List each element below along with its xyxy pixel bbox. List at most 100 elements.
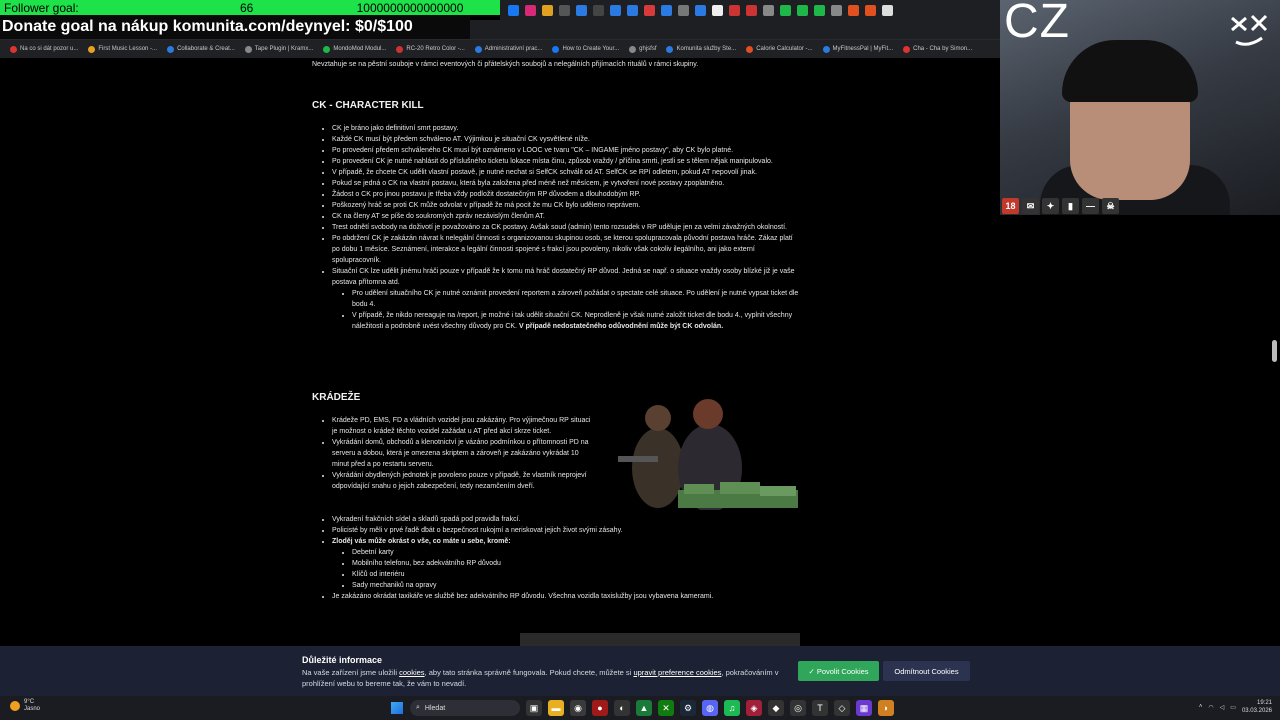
list-item: Krádeže PD, EMS, FD a vládních vozidel j…	[332, 415, 592, 437]
tab-icon[interactable]	[610, 4, 621, 16]
tab-icon[interactable]	[848, 4, 859, 16]
cookies-link[interactable]: cookies	[399, 668, 424, 677]
tab-icon[interactable]	[797, 4, 808, 16]
bookmark-item[interactable]: Na co si dát pozor u...	[6, 45, 82, 53]
facebook-tab-icon[interactable]	[508, 4, 519, 16]
app-icon[interactable]: T	[812, 700, 828, 716]
battery-icon[interactable]: ▭	[1230, 704, 1236, 711]
bookmark-item[interactable]: First Music Lesson -...	[84, 45, 161, 53]
bookmark-item[interactable]: ghjsfsf	[625, 45, 660, 53]
weather-temp: 9°C	[24, 699, 35, 705]
tab-icon[interactable]	[865, 4, 876, 16]
list-item: Je zakázáno okrádat taxikáře ve službě b…	[332, 591, 800, 602]
list-item: Po obdržení CK je zakázán návrat k neleg…	[332, 233, 800, 266]
tab-icon[interactable]	[644, 4, 655, 16]
bookmark-item[interactable]: Administrativní prac...	[471, 45, 547, 53]
steam-icon[interactable]: ⚙	[680, 700, 696, 716]
instagram-tab-icon[interactable]	[525, 4, 536, 16]
app-icon[interactable]: ●	[592, 700, 608, 716]
bookmark-item[interactable]: Komunita služby Ste...	[662, 45, 740, 53]
cookie-banner: Důležité informace Na vaše zařízení jsme…	[0, 646, 1280, 696]
bookmark-item[interactable]: Collaborate & Creat...	[163, 45, 239, 53]
tab-icon[interactable]	[593, 4, 604, 16]
bookmark-item[interactable]: Cha - Cha by Simon...	[899, 45, 976, 53]
bookmark-label: First Music Lesson -...	[98, 46, 158, 52]
app-icon[interactable]: ▦	[856, 700, 872, 716]
system-tray: ˄ ◠ ◁ ▭ 19:21 03.03.2026	[1199, 699, 1272, 715]
tab-icon[interactable]	[576, 4, 587, 16]
follower-count: 66	[240, 0, 254, 15]
windows-start-icon[interactable]	[391, 702, 403, 714]
obs-icon[interactable]: ◎	[790, 700, 806, 716]
bookmark-label: Collaborate & Creat...	[177, 46, 235, 52]
app-icon[interactable]: ◆	[768, 700, 784, 716]
tab-icon[interactable]	[627, 4, 638, 16]
bookmark-item[interactable]: RC-20 Retro Color -...	[392, 45, 468, 53]
active-app-icon[interactable]: ◈	[746, 700, 762, 716]
list-item: Po provedení CK je nutné nahlásit do pří…	[332, 156, 800, 167]
taskbar-search[interactable]: ⌕ Hledat	[410, 700, 520, 716]
bookmarks-bar: Na co si dát pozor u... First Music Lesso…	[0, 40, 1000, 58]
heist-illustration	[610, 398, 800, 510]
list-item: Žádost o CK pro jinou postavu je třeba v…	[332, 189, 800, 200]
decline-cookies-button[interactable]: Odmítnout Cookies	[883, 661, 970, 681]
bookmark-label: RC-20 Retro Color -...	[406, 46, 465, 52]
bookmark-label: Administrativní prac...	[484, 46, 543, 52]
browser-tab-strip[interactable]	[500, 0, 1000, 20]
bookmark-favicon-icon	[903, 45, 911, 53]
tab-icon[interactable]	[542, 4, 553, 16]
volume-icon[interactable]: ◁	[1220, 704, 1225, 711]
bookmark-item[interactable]: Tape Plugin | Kramx...	[241, 45, 318, 53]
bookmark-label: How to Create Your...	[562, 46, 620, 52]
tab-icon[interactable]	[814, 4, 825, 16]
bottom-image	[520, 633, 800, 646]
spotify-icon[interactable]: ♫	[724, 700, 740, 716]
xbox-icon[interactable]: ✕	[658, 700, 674, 716]
weather-widget[interactable]: 9°C Jasno	[10, 699, 40, 713]
page-scrollbar[interactable]	[1272, 340, 1277, 362]
chrome-icon[interactable]: ◉	[570, 700, 586, 716]
list-item: CK na členy AT se píše do soukromých zpr…	[332, 211, 800, 222]
tab-icon[interactable]	[831, 4, 842, 16]
tab-icon[interactable]	[746, 4, 757, 16]
tray-chevron-icon[interactable]: ˄	[1199, 704, 1203, 710]
cookie-preferences-link[interactable]: upravit preference cookies	[633, 668, 721, 677]
bookmark-label: MyFitnessPal | MyFit...	[832, 46, 894, 52]
top-line: Nevztahuje se na pěstní souboje v rámci …	[312, 61, 699, 68]
tab-icon[interactable]	[712, 4, 723, 16]
task-view-icon[interactable]: ▣	[526, 700, 542, 716]
app-icon[interactable]: ◗	[878, 700, 894, 716]
bookmark-item[interactable]: How to Create Your...	[548, 45, 623, 53]
bookmark-favicon-icon	[323, 45, 331, 53]
search-icon: ⌕	[416, 704, 420, 711]
bookmark-favicon-icon	[666, 45, 674, 53]
network-icon[interactable]: ◠	[1208, 704, 1213, 711]
bookmark-item[interactable]: MyFitnessPal | MyFit...	[819, 45, 898, 53]
app-icon[interactable]: ◐	[614, 700, 630, 716]
ck-list: CK je bráno jako definitivní smrt postav…	[312, 123, 800, 332]
bookmark-favicon-icon	[10, 45, 17, 53]
tab-icon[interactable]	[763, 4, 774, 16]
bookmark-label: Tape Plugin | Kramx...	[254, 46, 314, 52]
nvidia-icon[interactable]: ▲	[636, 700, 652, 716]
tab-icon[interactable]	[559, 4, 570, 16]
tab-icon[interactable]	[882, 4, 893, 16]
ck-heading: CK - CHARACTER KILL	[312, 100, 424, 111]
tab-icon[interactable]	[695, 4, 706, 16]
bookmark-item[interactable]: Calorie Calculator -...	[742, 45, 816, 53]
tab-icon[interactable]	[729, 4, 740, 16]
tab-icon[interactable]	[661, 4, 672, 16]
sub-item-bold-text: V případě nedostatečného odůvodnění může…	[518, 323, 724, 330]
discord-icon[interactable]: ◍	[702, 700, 718, 716]
accept-cookies-button[interactable]: ✓ Povolit Cookies	[798, 661, 879, 681]
file-explorer-icon[interactable]: ▬	[548, 700, 564, 716]
clock[interactable]: 19:21 03.03.2026	[1242, 699, 1272, 715]
tab-icon[interactable]	[780, 4, 791, 16]
theft-rules-a: Krádeže PD, EMS, FD a vládních vozidel j…	[312, 415, 592, 492]
tab-icon[interactable]	[678, 4, 689, 16]
follower-goal-label: Follower goal:	[4, 0, 79, 15]
bookmark-item[interactable]: MondoMod Modul...	[319, 45, 390, 53]
list-item: Pro udělení situačního CK je nutné oznám…	[352, 288, 800, 310]
bookmark-favicon-icon	[244, 45, 252, 53]
app-icon[interactable]: ◇	[834, 700, 850, 716]
